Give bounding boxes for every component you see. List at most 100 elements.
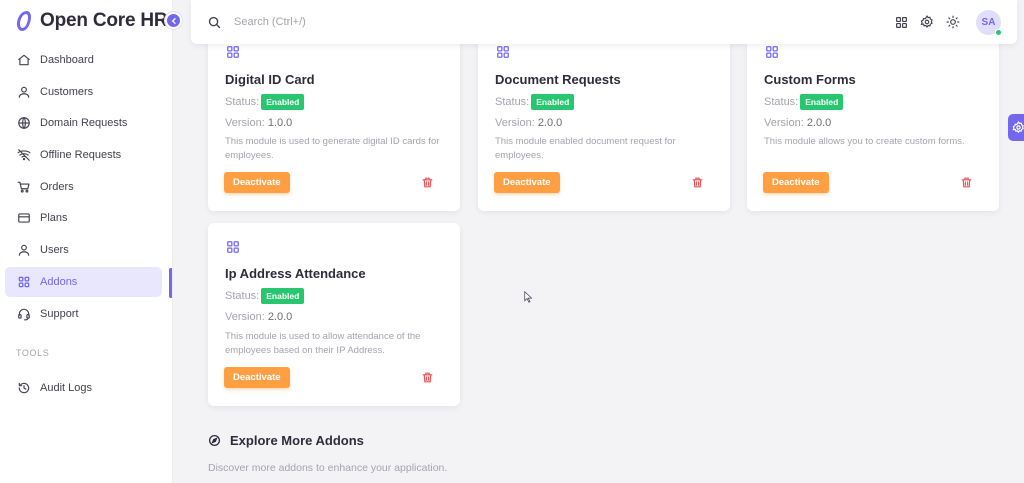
sidebar-item-plans[interactable]: Plans: [5, 203, 162, 233]
addon-card: Digital ID Card Status: Enabled Version:…: [208, 30, 460, 211]
addon-grid-icon: [227, 241, 239, 253]
user-avatar[interactable]: SA: [976, 9, 1002, 36]
sidebar-item-addons[interactable]: Addons: [5, 266, 162, 297]
sidebar-nav: Dashboard Customers Domain Requests Offl…: [0, 45, 173, 330]
status-label: Status:: [495, 96, 530, 108]
sidebar-item-support[interactable]: Support: [5, 299, 162, 329]
credit-card-icon: [16, 211, 31, 226]
addon-description: This module enabled document request for…: [495, 136, 676, 161]
addon-card: Custom Forms Status: Enabled Version: 2.…: [747, 30, 999, 211]
user-icon: [16, 243, 31, 258]
theme-customizer-button[interactable]: [1008, 114, 1024, 141]
sidebar-tools-nav: Audit Logs: [0, 373, 173, 405]
sidebar-item-customers[interactable]: Customers: [5, 77, 162, 107]
version-label: Version:: [225, 311, 265, 323]
addon-version-row: Version: 2.0.0: [225, 311, 292, 323]
shortcuts-grid-icon[interactable]: [894, 15, 908, 29]
version-value: 1.0.0: [267, 117, 293, 129]
grid-icon: [16, 274, 31, 289]
compass-icon: [208, 434, 221, 447]
addon-description: This module allows you to create custom …: [764, 136, 965, 147]
version-value: 2.0.0: [267, 311, 293, 323]
sidebar-item-label: Domain Requests: [40, 117, 128, 130]
addon-card: Ip Address Attendance Status: Enabled Ve…: [208, 223, 460, 406]
active-indicator: [169, 268, 172, 298]
chevron-left-icon: [171, 17, 176, 24]
version-label: Version:: [225, 117, 265, 129]
sun-icon[interactable]: [946, 15, 960, 29]
addon-status-row: Status: Enabled: [495, 94, 575, 110]
explore-addons-heading: Explore More Addons: [208, 433, 364, 448]
status-label: Status:: [225, 96, 260, 108]
deactivate-button[interactable]: Deactivate: [494, 172, 560, 193]
user-icon: [16, 84, 31, 99]
deactivate-button[interactable]: Deactivate: [224, 367, 290, 388]
globe-icon: [16, 116, 31, 131]
addon-status-row: Status: Enabled: [764, 94, 844, 110]
sidebar-item-orders[interactable]: Orders: [5, 172, 162, 202]
sidebar: Open Core HR Dashboard Customers Domain …: [0, 0, 173, 483]
online-status-dot: [995, 28, 1002, 36]
avatar-initials: SA: [981, 16, 996, 28]
addon-grid-icon: [766, 46, 778, 58]
sidebar-item-dashboard[interactable]: Dashboard: [5, 45, 162, 75]
sidebar-item-audit-logs[interactable]: Audit Logs: [5, 373, 162, 403]
status-badge: Enabled: [261, 288, 305, 304]
addon-version-row: Version: 1.0.0: [225, 117, 292, 129]
delete-trash-icon[interactable]: [959, 175, 973, 189]
deactivate-button[interactable]: Deactivate: [224, 172, 290, 193]
settings-gear-icon[interactable]: [920, 15, 934, 29]
addon-grid-icon: [227, 46, 239, 58]
section-title-tools: TOOLS: [16, 348, 50, 358]
addon-status-row: Status: Enabled: [225, 288, 305, 304]
brand-name: Open Core HR: [40, 10, 168, 31]
search-icon[interactable]: [206, 14, 222, 30]
sidebar-item-label: Addons: [40, 275, 78, 288]
sidebar-item-label: Offline Requests: [40, 149, 122, 162]
sidebar-item-label: Support: [40, 307, 79, 320]
status-badge: Enabled: [531, 94, 575, 110]
addon-status-row: Status: Enabled: [225, 94, 305, 110]
mouse-cursor-icon: [524, 291, 533, 303]
version-value: 2.0.0: [537, 117, 563, 129]
version-label: Version:: [764, 117, 804, 129]
delete-trash-icon[interactable]: [420, 370, 434, 384]
addon-description: This module is used to allow attendance …: [225, 331, 421, 356]
brand-logo-icon: [12, 9, 36, 33]
addon-grid-icon: [497, 46, 509, 58]
delete-trash-icon[interactable]: [420, 175, 434, 189]
headset-icon: [16, 306, 31, 321]
history-icon: [16, 381, 31, 396]
search-input[interactable]: [234, 16, 634, 28]
addon-title: Document Requests: [495, 72, 621, 87]
sidebar-item-users[interactable]: Users: [5, 235, 162, 265]
addon-title: Custom Forms: [764, 72, 856, 87]
wifi-off-icon: [16, 148, 31, 163]
home-icon: [16, 53, 31, 68]
version-label: Version:: [495, 117, 535, 129]
sidebar-collapse-button[interactable]: [165, 12, 182, 29]
addon-version-row: Version: 2.0.0: [495, 117, 562, 129]
addon-card: Document Requests Status: Enabled Versio…: [478, 30, 730, 211]
cart-icon: [16, 179, 31, 194]
sidebar-item-offline-requests[interactable]: Offline Requests: [5, 140, 162, 170]
delete-trash-icon[interactable]: [690, 175, 704, 189]
settings-gear-icon: [1011, 121, 1024, 134]
explore-title: Explore More Addons: [230, 433, 364, 448]
addon-description: This module is used to generate digital …: [225, 136, 440, 161]
sidebar-item-label: Orders: [40, 180, 74, 193]
sidebar-item-label: Audit Logs: [40, 382, 92, 394]
sidebar-item-label: Plans: [40, 212, 68, 225]
deactivate-button[interactable]: Deactivate: [763, 172, 829, 193]
addon-title: Ip Address Attendance: [225, 266, 366, 281]
sidebar-item-domain-requests[interactable]: Domain Requests: [5, 108, 162, 138]
sidebar-item-label: Dashboard: [40, 54, 94, 66]
addon-version-row: Version: 2.0.0: [764, 117, 831, 129]
addon-title: Digital ID Card: [225, 72, 315, 87]
status-badge: Enabled: [800, 94, 844, 110]
brand[interactable]: Open Core HR: [12, 6, 168, 36]
top-navbar: SA: [191, 0, 1017, 44]
status-label: Status:: [225, 290, 260, 302]
version-value: 2.0.0: [806, 117, 832, 129]
navbar-actions: SA: [882, 0, 1002, 44]
